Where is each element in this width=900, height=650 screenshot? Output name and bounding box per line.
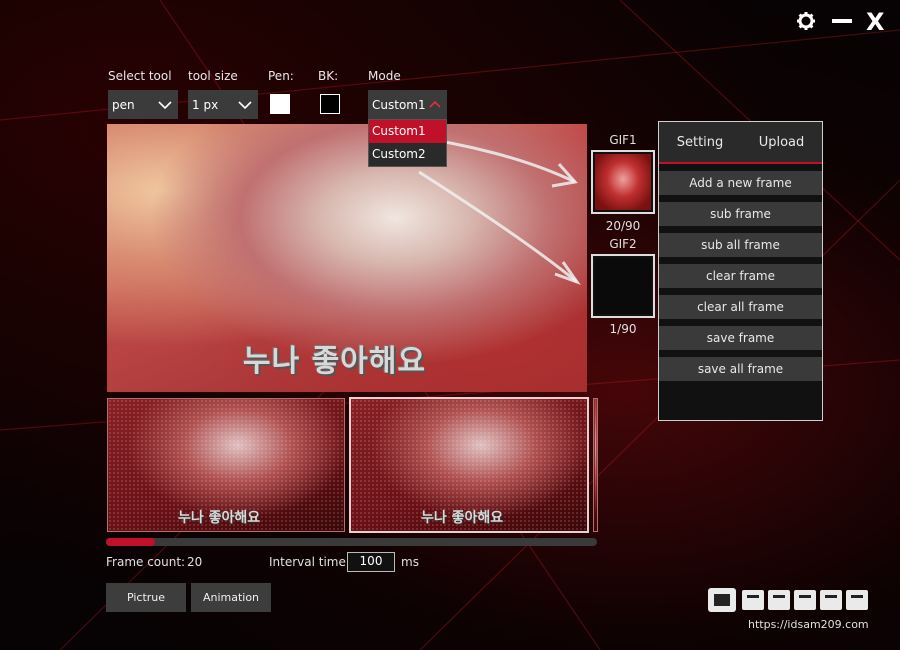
frame-caption: 누나 좋아해요 (178, 510, 261, 526)
minimize-icon[interactable] (832, 19, 852, 23)
close-icon[interactable]: X (866, 8, 885, 36)
bk-label: BK: (318, 69, 339, 83)
save-all-frame-button[interactable]: save all frame (659, 357, 822, 381)
select-tool-value: pen (112, 97, 135, 112)
gif1-counter: 20/90 (605, 219, 641, 233)
gif1-image (595, 154, 651, 210)
chevron-down-icon (158, 100, 172, 109)
sub-frame-button[interactable]: sub frame (659, 202, 822, 226)
panel-tab-bar: Setting Upload (659, 122, 822, 164)
bk-color-swatch[interactable] (320, 94, 340, 114)
add-new-frame-button[interactable]: Add a new frame (659, 171, 822, 195)
canvas-caption: 누나 좋아해요 (243, 344, 427, 379)
frame-progress-bar[interactable] (106, 538, 597, 546)
frame-caption: 누나 좋아해요 (421, 510, 504, 526)
tool-size-dropdown[interactable]: 1 px (188, 90, 258, 119)
frame-count-value: 20 (187, 555, 203, 569)
sub-all-frame-button[interactable]: sub all frame (659, 233, 822, 257)
tool-size-value: 1 px (192, 97, 219, 112)
mode-dropdown-menu: Custom1 Custom2 (368, 119, 447, 167)
clear-frame-button[interactable]: clear frame (659, 264, 822, 288)
mode-label: Mode (368, 69, 401, 83)
frame-thumbnail-3[interactable] (593, 398, 598, 532)
settings-gear-button[interactable] (796, 11, 816, 37)
mode-option-custom2[interactable]: Custom2 (369, 143, 446, 166)
watermark-url: https://idsam209.com (748, 618, 869, 631)
animation-button[interactable]: Animation (191, 583, 271, 612)
save-frame-button[interactable]: save frame (659, 326, 822, 350)
select-tool-dropdown[interactable]: pen (108, 90, 178, 119)
interval-time-label: Interval time: (269, 555, 350, 569)
drawing-canvas[interactable]: 누나 좋아해요 (107, 124, 587, 392)
side-panel: Setting Upload Add a new frame sub frame… (658, 121, 823, 421)
mode-option-custom1[interactable]: Custom1 (369, 120, 446, 143)
watermark-logo-mark (708, 588, 868, 612)
panel-button-list: Add a new frame sub frame sub all frame … (659, 171, 822, 381)
frame-count-label: Frame count: (106, 555, 186, 569)
gif2-counter: 1/90 (609, 322, 637, 336)
chevron-up-icon (429, 101, 441, 108)
gif2-image (595, 258, 651, 314)
watermark-logo: https://idsam209.com (706, 584, 886, 636)
gif1-label: GIF1 (609, 133, 637, 147)
tool-size-label: tool size (188, 69, 238, 83)
mode-value: Custom1 (372, 97, 426, 112)
mode-dropdown[interactable]: Custom1 (368, 90, 447, 119)
frame-progress-fill (106, 538, 156, 546)
select-tool-label: Select tool (108, 69, 172, 83)
interval-unit: ms (401, 555, 419, 569)
gear-icon (797, 12, 815, 30)
gif2-label: GIF2 (609, 237, 637, 251)
clear-all-frame-button[interactable]: clear all frame (659, 295, 822, 319)
gif2-preview[interactable] (591, 254, 655, 318)
pen-color-swatch[interactable] (270, 94, 290, 114)
tab-upload[interactable]: Upload (759, 135, 805, 150)
gif1-preview[interactable] (591, 150, 655, 214)
chevron-down-icon (238, 100, 252, 109)
interval-time-input[interactable]: 100 (347, 552, 395, 572)
picture-button[interactable]: Pictrue (106, 583, 186, 612)
frame-thumbnail-1[interactable]: 누나 좋아해요 (107, 398, 345, 532)
tab-setting[interactable]: Setting (677, 135, 724, 150)
pen-label: Pen: (268, 69, 294, 83)
frame-thumbnail-2[interactable]: 누나 좋아해요 (349, 397, 589, 533)
